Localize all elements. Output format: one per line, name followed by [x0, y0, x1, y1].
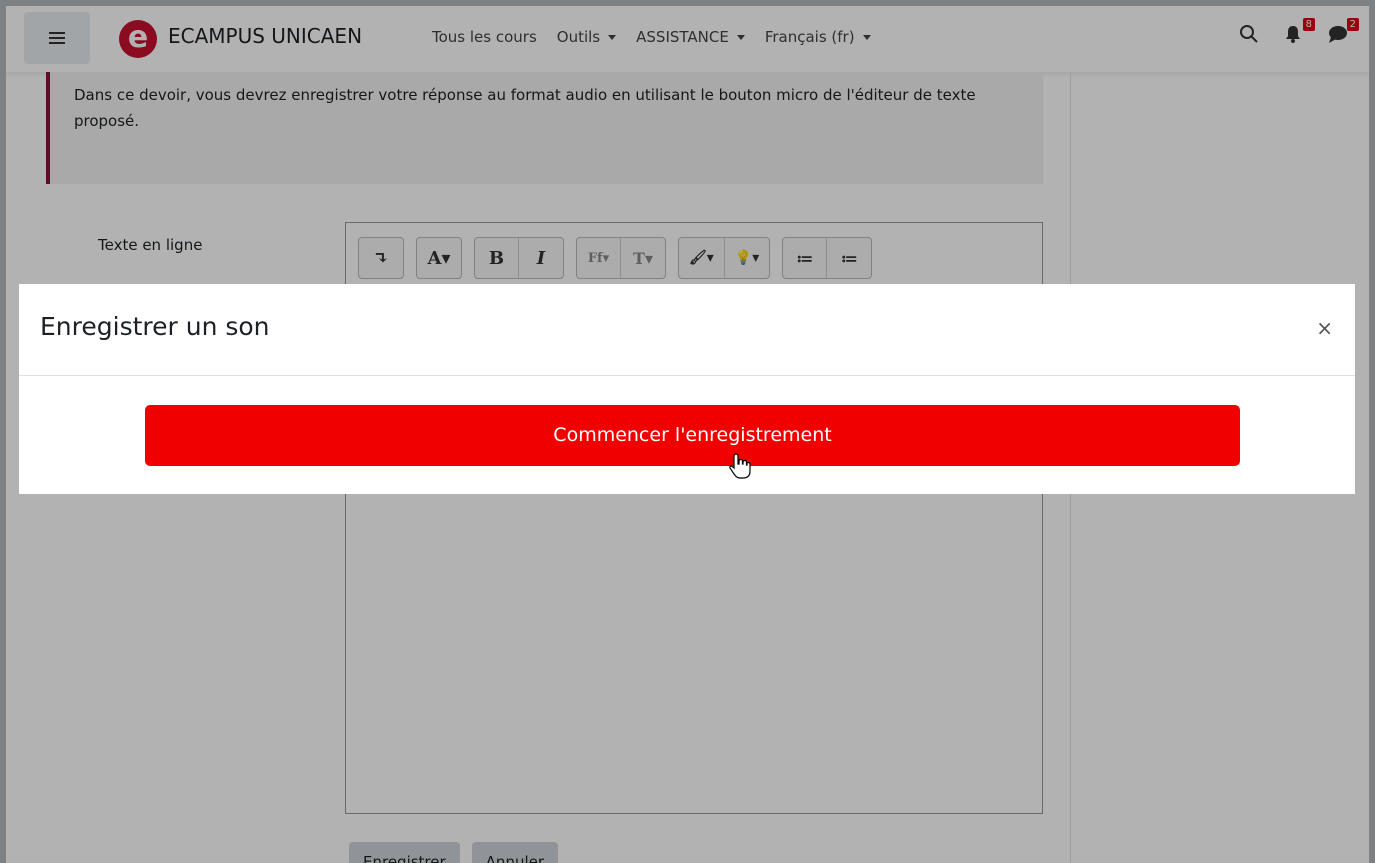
record-audio-dialog: Enregistrer un son × Commencer l'enregis…	[19, 284, 1355, 494]
start-recording-button[interactable]: Commencer l'enregistrement	[145, 405, 1240, 466]
hand-cursor-icon	[729, 453, 751, 479]
close-icon[interactable]: ×	[1316, 318, 1333, 338]
dialog-header: Enregistrer un son ×	[19, 284, 1355, 376]
dialog-title: Enregistrer un son	[40, 312, 270, 341]
